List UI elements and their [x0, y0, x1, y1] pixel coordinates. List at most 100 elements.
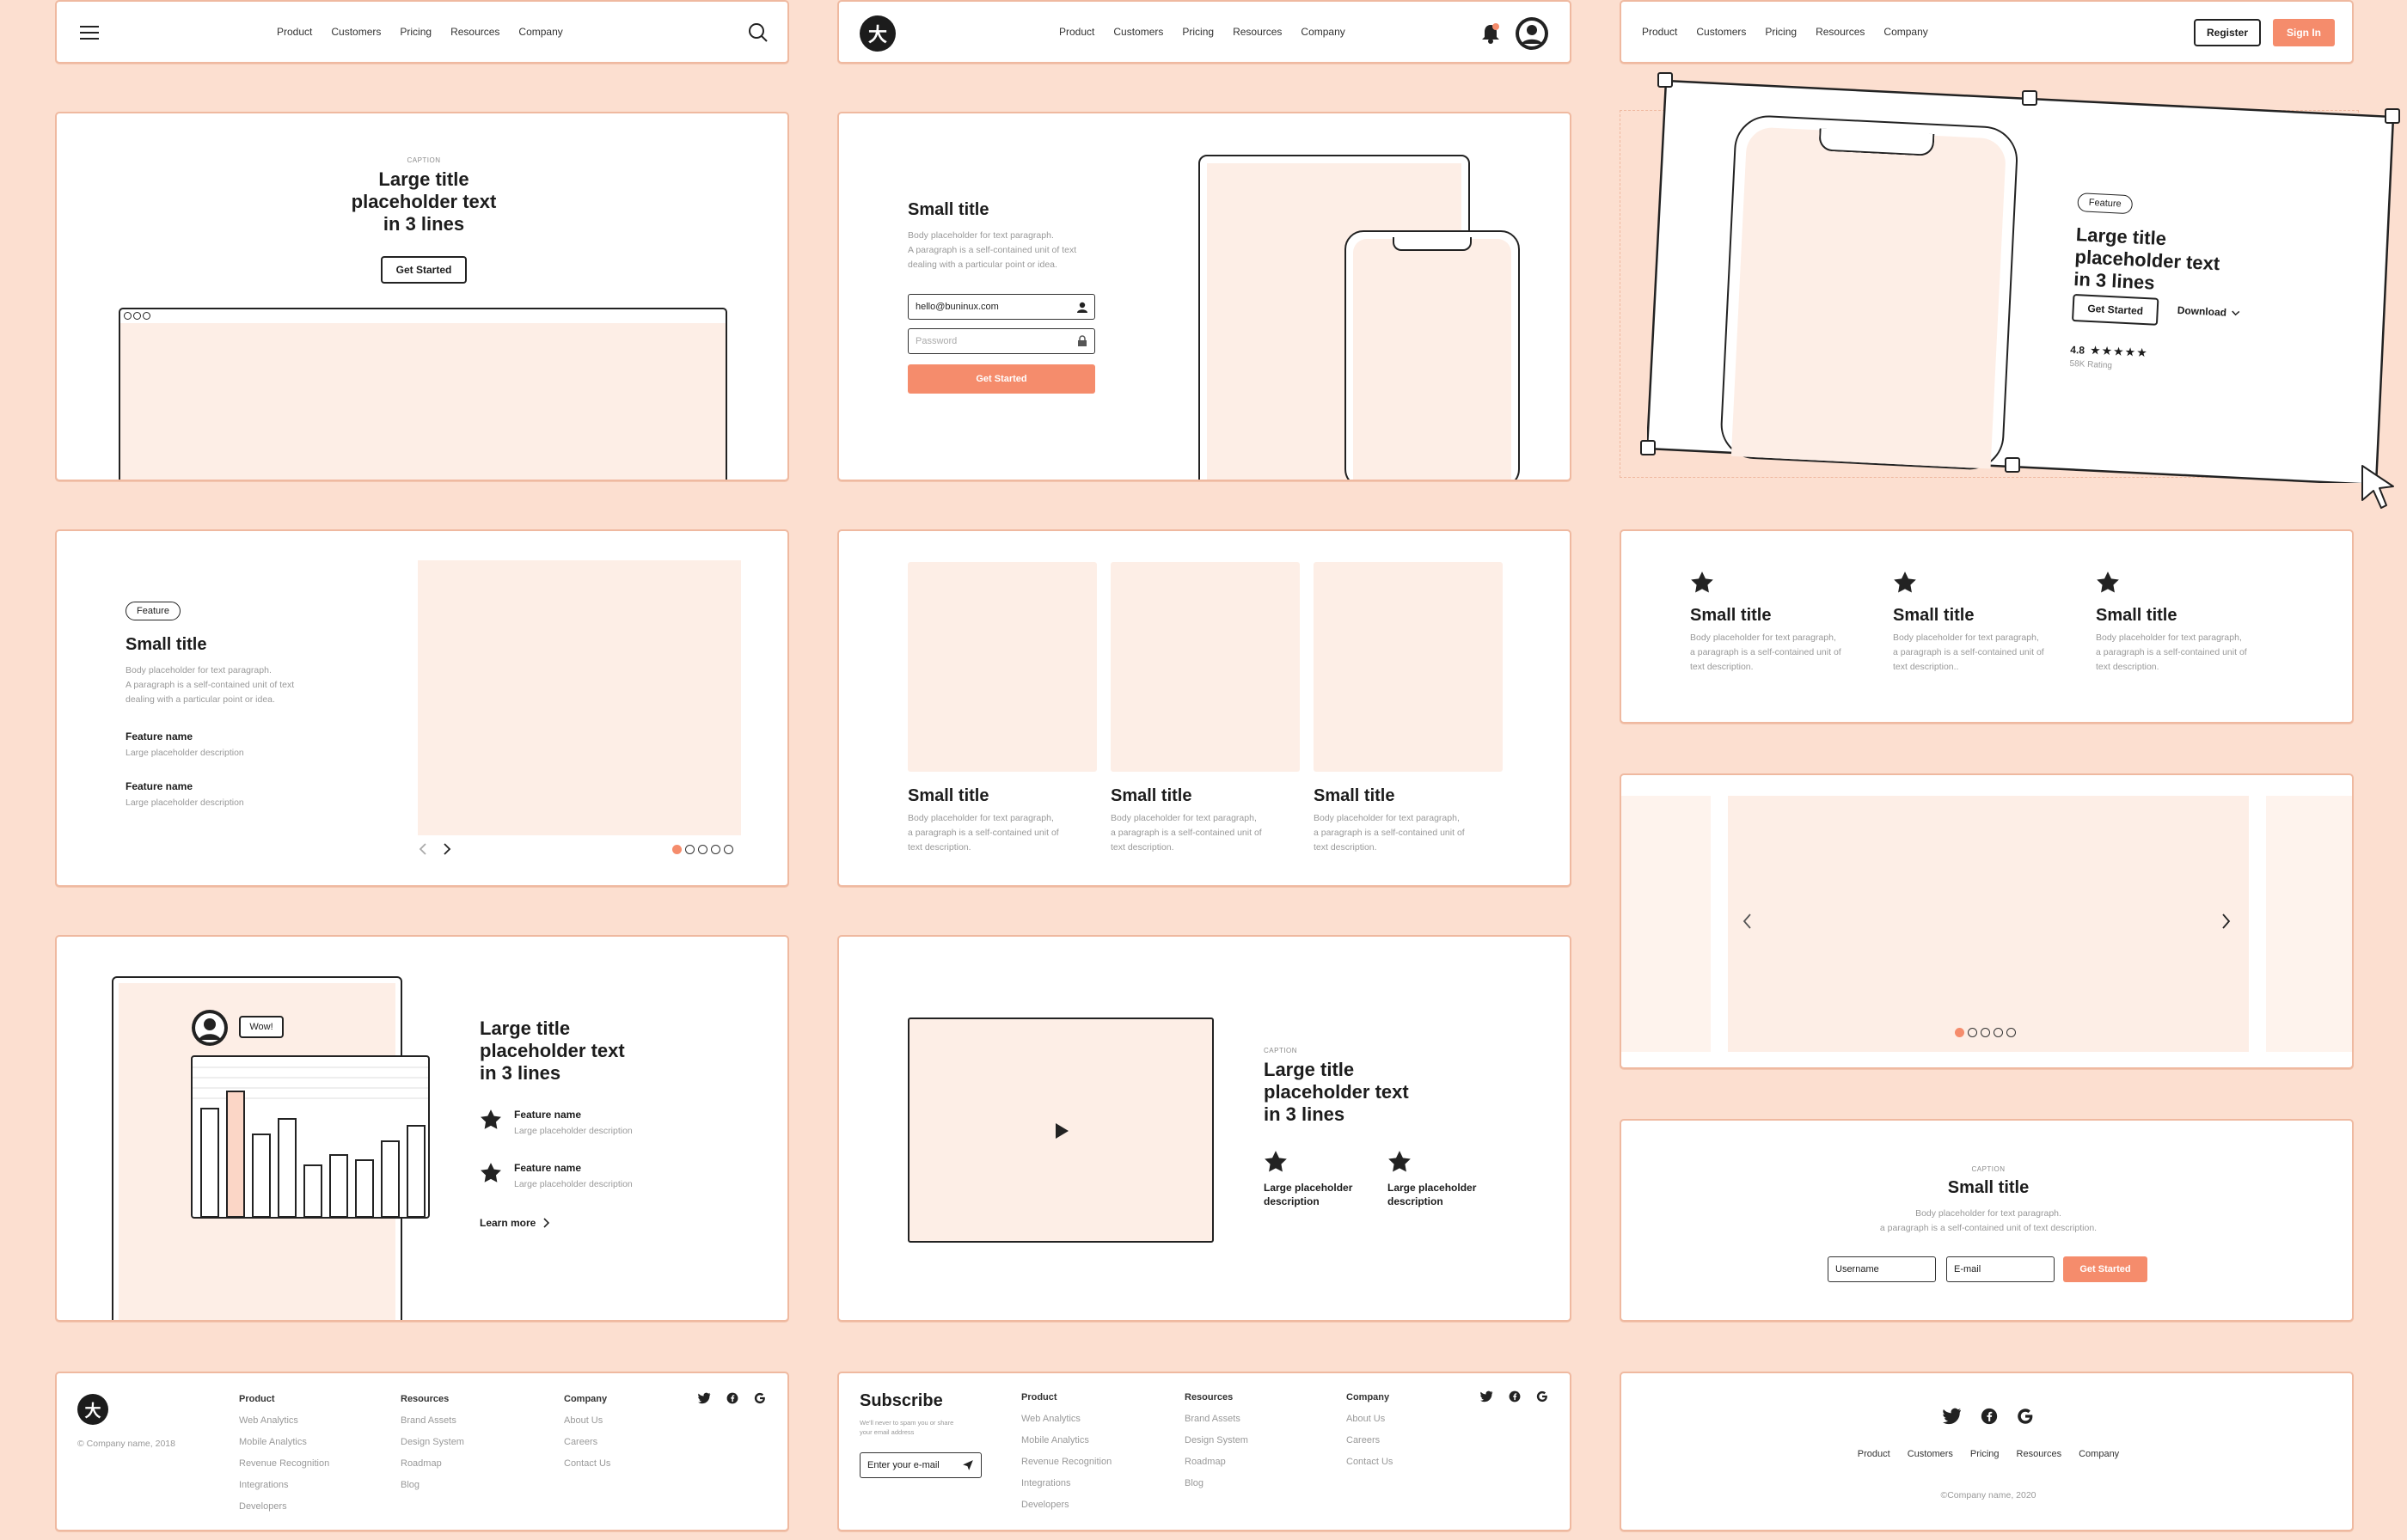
icon-features-section: Small title Body placeholder for text pa… — [1620, 529, 2354, 724]
feature-badge: Feature — [126, 602, 181, 620]
nav-link-pricing[interactable]: Pricing — [400, 26, 432, 38]
nav-link-product[interactable]: Product — [277, 26, 312, 38]
footer-column: Resources Brand Assets Design System Roa… — [401, 1394, 464, 1490]
pagination-dot[interactable] — [1994, 1028, 2003, 1037]
pagination-dot[interactable] — [1981, 1028, 1990, 1037]
star-icon — [1265, 1151, 1287, 1172]
card-image-placeholder — [1314, 562, 1503, 772]
resize-handle-bottom-center[interactable] — [2005, 457, 2020, 473]
twitter-icon[interactable] — [698, 1392, 711, 1404]
pagination-dot[interactable] — [1968, 1028, 1977, 1037]
chevron-left-icon[interactable] — [1742, 913, 1752, 930]
get-started-button[interactable]: Get Started — [2071, 293, 2159, 326]
notification-bell-icon[interactable] — [1480, 22, 1501, 45]
star-icon — [2097, 571, 2119, 593]
facebook-icon[interactable] — [1509, 1390, 1521, 1402]
nav-link-resources[interactable]: Resources — [1816, 26, 1865, 38]
subscribe-email-input[interactable]: Enter your e-mail — [860, 1452, 982, 1478]
nav-link-customers[interactable]: Customers — [331, 26, 381, 38]
content-card[interactable]: Small title Body placeholder for text pa… — [908, 562, 1097, 855]
get-started-button[interactable]: Get Started — [381, 256, 467, 284]
footer-column: Product Web Analytics Mobile Analytics R… — [239, 1394, 330, 1512]
pagination-dot[interactable] — [698, 845, 707, 854]
brand-logo-icon[interactable]: 大 — [77, 1394, 108, 1425]
learn-more-link[interactable]: Learn more — [480, 1217, 550, 1229]
play-icon[interactable] — [1054, 1122, 1069, 1140]
nav-link-pricing[interactable]: Pricing — [1970, 1449, 2000, 1459]
feature-item: Feature name Large placeholder descripti… — [126, 730, 244, 758]
facebook-icon[interactable] — [1981, 1408, 1998, 1425]
speech-bubble: Wow! — [239, 1016, 284, 1038]
nav-link-customers[interactable]: Customers — [1696, 26, 1746, 38]
pagination-dot[interactable] — [672, 845, 682, 854]
chevron-left-icon[interactable] — [418, 842, 428, 856]
facebook-icon[interactable] — [726, 1392, 738, 1404]
google-icon[interactable] — [1536, 1390, 1548, 1402]
pagination-dot[interactable] — [724, 845, 733, 854]
nav-link-company[interactable]: Company — [1301, 26, 1344, 38]
brand-logo-icon[interactable]: 大 — [860, 15, 896, 52]
google-icon[interactable] — [2017, 1408, 2034, 1425]
user-icon — [1077, 302, 1087, 313]
chevron-right-icon[interactable] — [442, 842, 452, 856]
nav-link-customers[interactable]: Customers — [1113, 26, 1163, 38]
subscribe-body: We'll never to spam you or share your em… — [860, 1419, 954, 1436]
hero-card-app-selected[interactable]: Feature Large title placeholder text in … — [1640, 72, 2400, 483]
hamburger-menu-icon[interactable] — [79, 24, 100, 41]
content-card[interactable]: Small title Body placeholder for text pa… — [1314, 562, 1503, 855]
browser-content-placeholder — [120, 323, 726, 480]
pagination-dot[interactable] — [711, 845, 720, 854]
phone-mockup — [1344, 230, 1520, 480]
nav-link-resources[interactable]: Resources — [1233, 26, 1282, 38]
email-field[interactable]: hello@buninux.com — [908, 294, 1095, 320]
caption-label: CAPTION — [1264, 1047, 1298, 1054]
pagination-dot[interactable] — [1955, 1028, 1964, 1037]
footer-nav: Product Customers Pricing Resources Comp… — [1621, 1449, 2352, 1459]
carousel-next-slide — [2266, 796, 2352, 1052]
register-button[interactable]: Register — [2194, 19, 2261, 46]
caption-label: CAPTION — [1971, 1165, 2006, 1173]
google-icon[interactable] — [754, 1392, 766, 1404]
password-field[interactable]: Password — [908, 328, 1095, 354]
pagination-dots[interactable] — [672, 845, 733, 854]
video-player[interactable] — [908, 1018, 1214, 1243]
nav-link-product[interactable]: Product — [1059, 26, 1094, 38]
feature-badge: Feature — [2077, 192, 2134, 215]
twitter-icon[interactable] — [1480, 1390, 1493, 1402]
nav-link-pricing[interactable]: Pricing — [1765, 26, 1797, 38]
nav-link-resources[interactable]: Resources — [2017, 1449, 2062, 1459]
rating-row: 4.8 ★★★★★ — [2070, 343, 2149, 360]
twitter-icon[interactable] — [1943, 1408, 1962, 1425]
nav-link-customers[interactable]: Customers — [1908, 1449, 1953, 1459]
resize-handle-bottom-left[interactable] — [1640, 440, 1656, 455]
chevron-right-icon[interactable] — [2221, 913, 2232, 930]
nav-link-product[interactable]: Product — [1642, 26, 1677, 38]
user-avatar-icon[interactable] — [1515, 16, 1549, 51]
nav-link-resources[interactable]: Resources — [450, 26, 499, 38]
nav-link-product[interactable]: Product — [1858, 1449, 1890, 1459]
nav-link-company[interactable]: Company — [1883, 26, 1927, 38]
send-icon[interactable] — [962, 1459, 974, 1471]
window-controls-icon — [124, 312, 150, 320]
sign-in-button[interactable]: Sign In — [2273, 19, 2335, 46]
pagination-dot[interactable] — [685, 845, 695, 854]
download-link[interactable]: Download — [2177, 304, 2240, 320]
nav-link-pricing[interactable]: Pricing — [1182, 26, 1214, 38]
lock-icon — [1077, 335, 1087, 347]
content-card[interactable]: Small title Body placeholder for text pa… — [1111, 562, 1300, 855]
search-icon[interactable] — [748, 22, 769, 43]
star-icon — [1691, 571, 1713, 593]
get-started-button[interactable]: Get Started — [908, 364, 1095, 394]
pagination-dot[interactable] — [2006, 1028, 2016, 1037]
pagination-dots[interactable] — [1955, 1028, 2016, 1037]
email-field[interactable]: E-mail — [1946, 1256, 2055, 1282]
resize-handle-top-center[interactable] — [2022, 90, 2037, 106]
nav-link-company[interactable]: Company — [2079, 1449, 2119, 1459]
resize-handle-top-left[interactable] — [1657, 72, 1673, 88]
nav-link-company[interactable]: Company — [518, 26, 562, 38]
get-started-button[interactable]: Get Started — [2063, 1256, 2147, 1282]
resize-handle-top-right[interactable] — [2385, 108, 2400, 124]
username-field[interactable]: Username — [1828, 1256, 1936, 1282]
feature-item: Feature name Large placeholder descripti… — [480, 1162, 633, 1189]
section-title: Small title — [908, 200, 989, 219]
